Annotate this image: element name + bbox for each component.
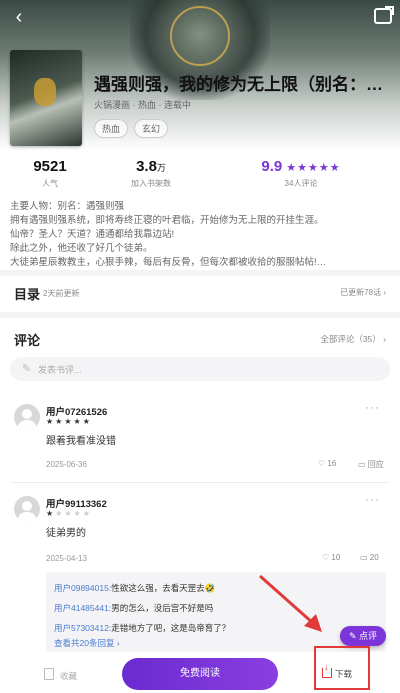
comment-stars-icon: ★★★★★ <box>46 417 92 426</box>
toc-title: 目录 <box>14 287 41 302</box>
tag-fantasy[interactable]: 玄幻 <box>134 119 169 138</box>
intro-line: 主要人物：别名：遇强则强 <box>10 201 125 212</box>
table-of-contents-row[interactable]: 目录 2天前更新 已更新78话 › <box>0 282 400 302</box>
stat-score[interactable]: 9.9 ★★★★★ 34人评论 <box>256 158 346 189</box>
comment-input[interactable]: ✎ 发表书评... <box>10 357 390 381</box>
comment-user[interactable]: 用户99113362 <box>46 496 107 510</box>
more-options-icon[interactable]: ··· <box>365 492 380 506</box>
section-divider <box>0 312 400 318</box>
tag-hot-blood[interactable]: 热血 <box>94 119 129 138</box>
score-value: 9.9 <box>261 158 283 175</box>
book-intro[interactable]: 主要人物：别名：遇强则强 拥有遇强则强系统，即将寿终正寝的叶君临，开始修为无上限… <box>10 200 390 270</box>
score-stars-icon: ★★★★★ <box>286 162 341 174</box>
reply-button[interactable]: ▭ 回应 <box>358 459 384 470</box>
comments-title: 评论 <box>14 333 41 348</box>
collect-button[interactable]: 收藏 <box>60 670 77 682</box>
shelf-unit: 万 <box>156 163 166 173</box>
stat-shelf: 3.8万 加入书架数 <box>126 158 176 189</box>
comment-stars-icon: ★★★★★ <box>46 509 92 518</box>
toc-updated: 2天前更新 <box>43 289 80 298</box>
free-read-button[interactable]: 免费阅读 <box>122 658 278 690</box>
book-meta: 火锅漫画 · 热血 · 连载中 <box>94 100 191 110</box>
pen-icon: ✎ <box>22 363 32 375</box>
book-tags: 热血 玄幻 <box>94 119 169 138</box>
comment-text: 徒弟男的 <box>46 528 86 539</box>
book-cover[interactable] <box>10 50 82 146</box>
intro-line: 除此之外，他还收了好几个徒弟。 <box>10 243 153 254</box>
intro-line: 大徒弟星辰教教主，心狠手辣，每后有反骨，但每次都被收拾的服服帖帖!… <box>10 257 327 268</box>
shelf-value: 3.8 <box>136 158 157 175</box>
more-options-icon[interactable]: ··· <box>365 400 380 414</box>
chevron-right-icon: › <box>383 334 386 344</box>
score-label: 34人评论 <box>284 179 318 188</box>
comment-date: 2025-04-13 <box>46 554 87 563</box>
annotation-highlight-box <box>314 646 370 690</box>
all-comments-link[interactable]: 全部评论（35） › <box>320 333 386 345</box>
popularity-label: 人气 <box>42 179 58 188</box>
comment-user[interactable]: 用户07261526 <box>46 404 107 418</box>
comment-placeholder: 发表书评... <box>38 365 82 375</box>
back-arrow-icon[interactable]: ‹ <box>8 6 30 28</box>
view-all-replies-link[interactable]: 查看共20条回复 › <box>54 637 120 649</box>
section-divider <box>0 270 400 276</box>
cover-character <box>34 78 56 106</box>
top-bar: ‹ <box>0 0 400 34</box>
comment-item: 用户99113362 ★★★★★ 徒弟男的 ··· 2025-04-13 ♡ 1… <box>0 492 400 566</box>
comment-item: 用户07261526 ★★★★★ 跟着我看准没错 ··· 2025-06-36 … <box>0 400 400 474</box>
avatar[interactable] <box>14 404 40 430</box>
avatar[interactable] <box>14 496 40 522</box>
like-button[interactable]: ♡ 10 <box>322 553 340 562</box>
popularity-value: 9521 <box>33 158 67 175</box>
like-button[interactable]: ♡ 16 <box>318 459 336 468</box>
reply-button[interactable]: ▭ 20 <box>360 553 379 562</box>
stats-row: 9521 人气 3.8万 加入书架数 9.9 ★★★★★ 34人评论 <box>0 158 400 194</box>
toc-status: 已更新78话 › <box>340 288 386 297</box>
book-title: 遇强则强，我的修为无上限（别名：… <box>94 75 383 94</box>
intro-line: 仙帝？圣人？天道？通通都给我靠边站! <box>10 229 175 240</box>
bookmark-icon[interactable] <box>44 668 54 680</box>
review-fab-button[interactable]: ✎ 点评 <box>340 626 386 646</box>
divider <box>10 482 390 483</box>
intro-line: 拥有遇强则强系统，即将寿终正寝的叶君临，开始修为无上限的开挂生涯。 <box>10 215 324 226</box>
comment-date: 2025-06-36 <box>46 460 87 469</box>
chevron-right-icon: › <box>383 288 386 297</box>
stat-popularity: 9521 人气 <box>28 158 72 189</box>
annotation-arrow-icon <box>259 574 322 632</box>
comment-text: 跟着我看准没错 <box>46 436 116 447</box>
shelf-label: 加入书架数 <box>131 179 171 188</box>
share-icon[interactable] <box>374 6 394 24</box>
